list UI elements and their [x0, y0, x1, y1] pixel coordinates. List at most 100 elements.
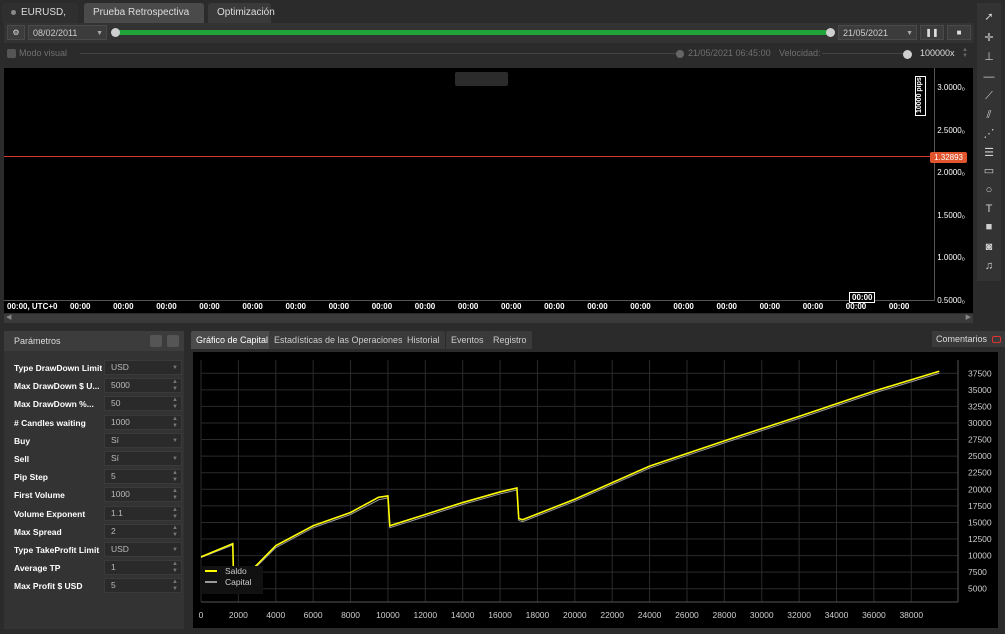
param-select[interactable]: USD ▼	[104, 542, 182, 557]
stepper-arrows-icon[interactable]: ▲ ▼	[172, 561, 178, 575]
fibonacci-tool-icon[interactable]: ☰	[979, 146, 999, 160]
speed-stepper[interactable]: ▲ ▼	[962, 47, 968, 59]
square-tool-icon[interactable]: ■	[979, 220, 999, 234]
param-label: Max Spread	[14, 526, 62, 537]
param-label: Average TP	[14, 563, 61, 574]
stepper-arrows-icon[interactable]: ▲ ▼	[172, 416, 178, 430]
progress-end-handle[interactable]	[826, 28, 835, 37]
visual-mode-checkbox[interactable]	[7, 49, 16, 58]
stepper-arrows-icon[interactable]: ▲ ▼	[172, 397, 178, 411]
scroll-right-icon[interactable]: ▶	[966, 313, 971, 321]
scroll-left-icon[interactable]: ◀	[6, 313, 11, 321]
comments-label: Comentarios	[936, 334, 988, 344]
time-axis-tick: 00:00	[802, 302, 824, 311]
tab-optimization[interactable]: Optimización	[208, 3, 275, 23]
chevron-down-icon[interactable]: ▼	[172, 365, 178, 372]
equity-chart[interactable]: 0 2000 4000 6000 8000 10000 12000 14000 16000 180…	[193, 352, 998, 628]
y-tick-label: 27500	[968, 435, 992, 445]
current-price-tag: 1.32893	[930, 152, 967, 163]
param-value: 50	[111, 398, 121, 409]
start-date-select[interactable]: 08/02/2011 ▼	[28, 25, 107, 40]
param-spinner[interactable]: 1 ▲ ▼	[104, 560, 182, 576]
param-value: Sí	[111, 434, 120, 445]
param-value: 1	[111, 562, 116, 573]
param-spinner[interactable]: 1000 ▲ ▼	[104, 487, 182, 503]
y-tick-label: 17500	[968, 501, 992, 511]
tab-backtest[interactable]: Prueba Retrospectiva	[84, 3, 204, 40]
measure-tool-icon[interactable]: ⊥	[979, 50, 999, 64]
chevron-down-icon[interactable]: ▼	[172, 547, 178, 554]
settings-button[interactable]: ⚙	[7, 25, 25, 40]
end-date-value: 21/05/2021	[843, 28, 889, 38]
param-select[interactable]: Sí ▼	[104, 451, 182, 466]
channel-tool-icon[interactable]: ⫽	[979, 108, 999, 122]
param-spinner[interactable]: 5000 ▲ ▼	[104, 378, 182, 394]
x-tick-label: 20000	[563, 610, 587, 620]
stepper-arrows-icon[interactable]: ▲ ▼	[172, 525, 178, 539]
chart-header-placeholder	[455, 72, 508, 86]
cursor-tool-icon[interactable]: ➚	[979, 10, 999, 24]
chevron-down-icon[interactable]: ▼	[172, 438, 178, 445]
stepper-arrows-icon[interactable]: ▲ ▼	[172, 488, 178, 502]
param-row: Max DrawDown %... 50 ▲ ▼	[10, 396, 182, 412]
stepper-arrows-icon[interactable]: ▲ ▼	[172, 470, 178, 484]
param-spinner[interactable]: 5 ▲ ▼	[104, 469, 182, 485]
y-tick-label: 37500	[968, 368, 992, 378]
tab-equity-chart[interactable]: Gráfico de Capital	[191, 331, 274, 349]
speed-handle[interactable]	[903, 50, 912, 59]
time-cursor-label: 00:00	[849, 292, 876, 303]
tab-history[interactable]: Historial	[402, 331, 445, 349]
param-select[interactable]: Sí ▼	[104, 432, 182, 448]
progress-track[interactable]	[114, 30, 832, 35]
stepper-arrows-icon[interactable]: ▲ ▼	[172, 507, 178, 521]
save-params-icon[interactable]	[167, 335, 179, 347]
price-axis-tick: 3.0000₀	[937, 83, 965, 92]
stepper-arrows-icon[interactable]: ▲ ▼	[172, 579, 178, 593]
price-chart[interactable]: 10000 pips 1.32893 3.0000₀ 2.5000₀ 2.0000₀…	[4, 68, 973, 475]
param-row: Max DrawDown $ U... 5000 ▲ ▼	[10, 378, 182, 394]
y-tick-label: 15000	[968, 517, 992, 527]
stop-button[interactable]: ■	[947, 25, 971, 40]
end-date-select[interactable]: 21/05/2021 ▼	[838, 25, 917, 40]
rectangle-tool-icon[interactable]: ▭	[979, 164, 999, 178]
tab-symbol[interactable]: EURUSD, m5	[2, 3, 78, 38]
param-value: 2	[111, 525, 116, 536]
stepper-arrows-icon[interactable]: ▲ ▼	[172, 379, 178, 393]
x-tick-label: 0	[199, 610, 204, 620]
stop-icon: ■	[956, 28, 962, 37]
chart-scrollbar[interactable]: ◀ ▶	[4, 314, 973, 323]
visual-progress-handle	[676, 50, 684, 58]
y-tick-label: 5000	[968, 584, 987, 594]
camera-icon[interactable]: ◙	[979, 240, 999, 254]
param-select[interactable]: USD ▼	[104, 360, 182, 375]
collapse-panel-button[interactable]	[150, 335, 162, 347]
x-tick-label: 22000	[600, 610, 624, 620]
param-spinner[interactable]: 1000 ▲ ▼	[104, 414, 182, 430]
param-row: # Candles waiting 1000 ▲ ▼	[10, 414, 182, 431]
andrews-pitchfork-icon[interactable]: ⋰	[979, 127, 999, 141]
price-line	[4, 156, 934, 157]
comments-button[interactable]: Comentarios	[932, 331, 1005, 347]
tab-log[interactable]: Registro	[488, 331, 532, 349]
text-tool-icon[interactable]: T	[979, 202, 999, 216]
ellipse-tool-icon[interactable]: ○	[979, 183, 999, 197]
param-value: USD	[111, 362, 129, 372]
progress-start-handle[interactable]	[111, 28, 120, 37]
horizontal-line-tool-icon[interactable]: —	[979, 70, 999, 84]
trendline-tool-icon[interactable]: ⟋	[979, 89, 999, 103]
param-spinner[interactable]: 1.1 ▲ ▼	[104, 505, 182, 521]
param-row: Pip Step 5 ▲ ▼	[10, 469, 182, 485]
time-axis-tick: 00:00, UTC+0	[7, 302, 58, 311]
param-spinner[interactable]: 5 ▲ ▼	[104, 578, 182, 594]
crosshair-tool-icon[interactable]: ✛	[979, 31, 999, 45]
param-spinner[interactable]: 2 ▲ ▼	[104, 523, 182, 539]
param-spinner[interactable]: 50 ▲ ▼	[104, 396, 182, 412]
comment-icon	[991, 336, 1001, 344]
param-value: 5	[111, 580, 116, 591]
tab-events[interactable]: Eventos	[446, 331, 489, 349]
chevron-down-icon[interactable]: ▼	[172, 456, 178, 463]
y-tick-label: 20000	[968, 484, 992, 494]
pause-button[interactable]: ❚❚	[920, 25, 944, 40]
bell-icon[interactable]: ♫	[979, 259, 999, 273]
tab-trade-statistics[interactable]: Estadísticas de las Operaciones	[269, 331, 408, 349]
